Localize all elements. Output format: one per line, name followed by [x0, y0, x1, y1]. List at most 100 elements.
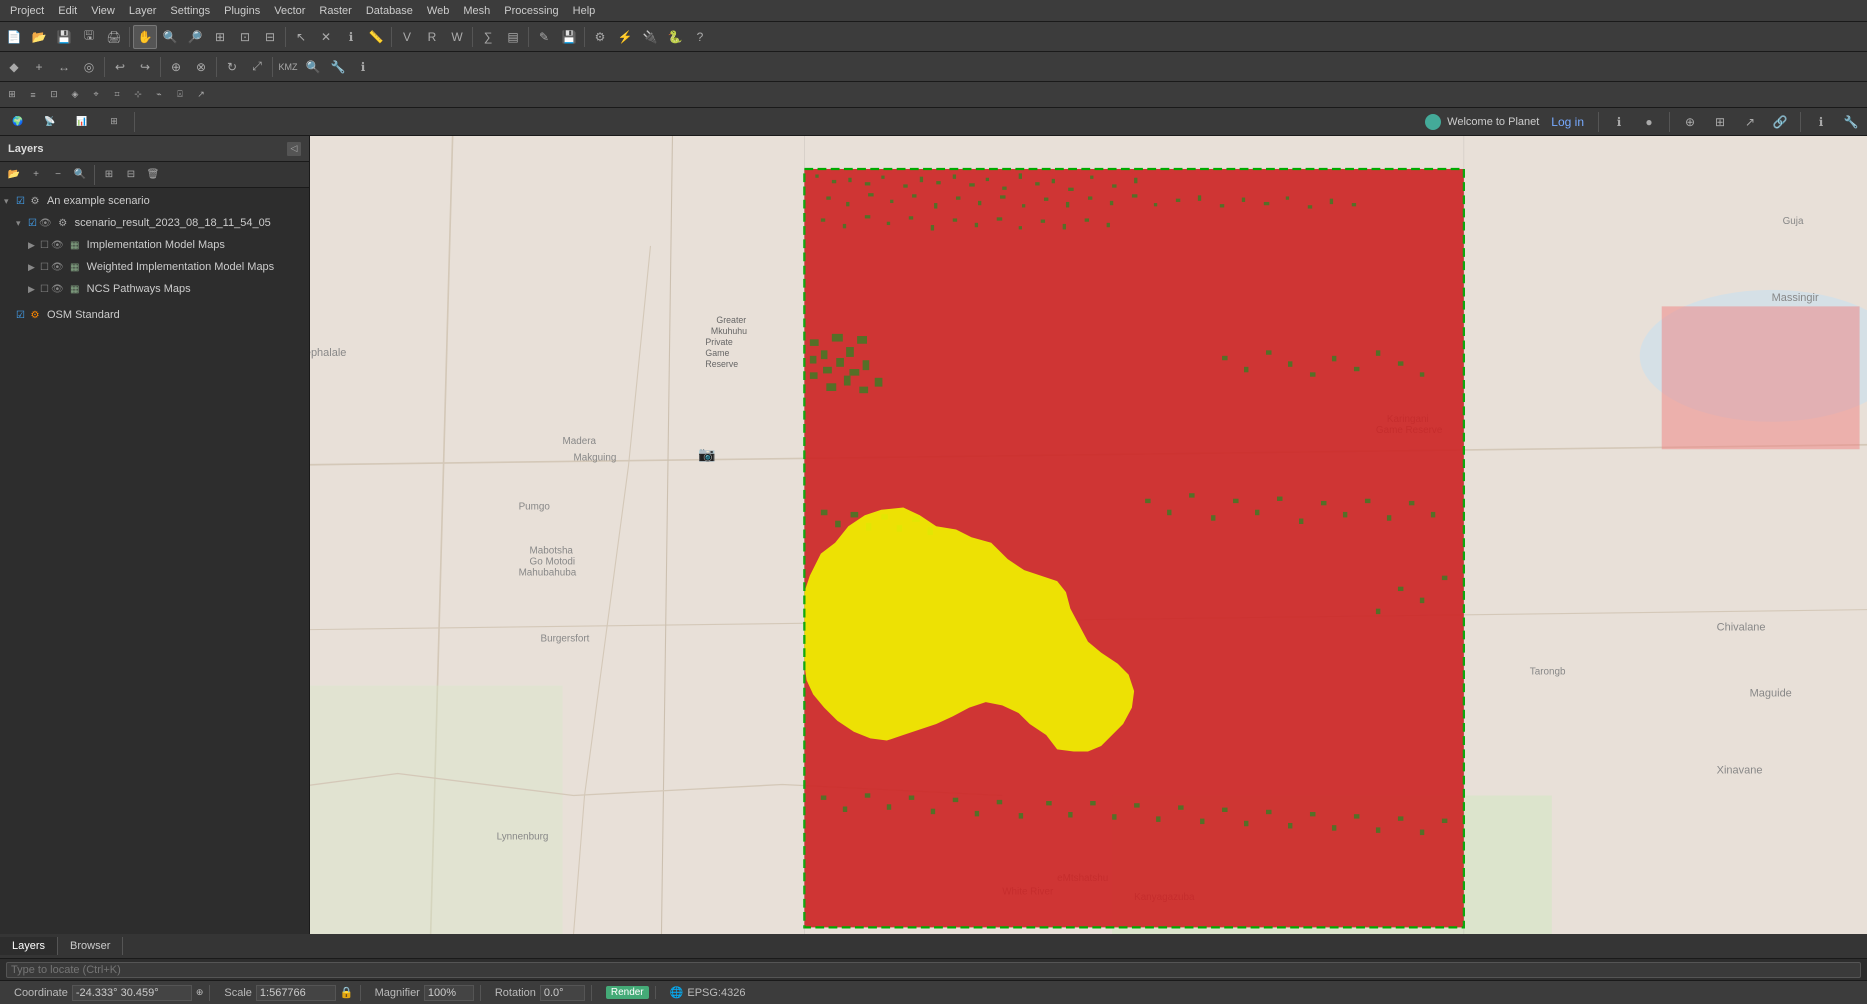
planet-info-btn[interactable]: ℹ: [1607, 110, 1631, 134]
toggle-edit-btn[interactable]: ✎: [532, 25, 556, 49]
small-tool-6[interactable]: ⌗: [107, 85, 127, 105]
planet-crosshair-btn[interactable]: ⊕: [1678, 110, 1702, 134]
menu-plugins[interactable]: Plugins: [218, 3, 266, 19]
planet-btn-3[interactable]: 📊: [68, 110, 96, 134]
planet-btn-1[interactable]: 🌍: [4, 110, 32, 134]
small-tool-5[interactable]: ⌖: [86, 85, 106, 105]
small-tool-9[interactable]: ⍓: [170, 85, 190, 105]
layers-remove-btn[interactable]: −: [48, 165, 68, 185]
menu-help[interactable]: Help: [567, 3, 602, 19]
menu-processing[interactable]: Processing: [498, 3, 564, 19]
move-feature-btn[interactable]: ↔: [52, 55, 76, 79]
menu-edit[interactable]: Edit: [52, 3, 83, 19]
collapse-sidebar-btn[interactable]: ◁: [287, 142, 301, 156]
layers-filter-btn[interactable]: 🔍: [70, 165, 90, 185]
kmz-btn[interactable]: KMZ: [276, 55, 300, 79]
map-area[interactable]: Lephalale Madera Makguing Mabotsha Go Mo…: [310, 136, 1867, 934]
save-layer-btn[interactable]: 💾: [557, 25, 581, 49]
redo-btn[interactable]: ↪: [133, 55, 157, 79]
python-btn[interactable]: 🐍: [663, 25, 687, 49]
rotation-input[interactable]: [540, 985, 585, 1001]
layers-open-btn[interactable]: 📂: [4, 165, 24, 185]
node-tool-btn[interactable]: ◎: [77, 55, 101, 79]
save-btn[interactable]: 💾: [52, 25, 76, 49]
locator-input[interactable]: [6, 962, 1861, 978]
menu-project[interactable]: Project: [4, 3, 50, 19]
menu-mesh[interactable]: Mesh: [457, 3, 496, 19]
layers-expand-btn[interactable]: ⊞: [99, 165, 119, 185]
magnifier-input[interactable]: [424, 985, 474, 1001]
measure-btn[interactable]: 📏: [364, 25, 388, 49]
open-project-btn[interactable]: 📂: [27, 25, 51, 49]
add-feature-btn[interactable]: +: [27, 55, 51, 79]
add-wms-btn[interactable]: W: [445, 25, 469, 49]
menu-view[interactable]: View: [85, 3, 121, 19]
planet-info2-btn[interactable]: ℹ: [1809, 110, 1833, 134]
rotate-btn[interactable]: ↻: [220, 55, 244, 79]
chk-scenario-result[interactable]: ☑: [28, 218, 37, 229]
eye-impl-maps[interactable]: 👁: [51, 240, 64, 251]
planet-config-btn[interactable]: 🔧: [1839, 110, 1863, 134]
chk-weighted-maps[interactable]: ☐: [40, 262, 49, 273]
zoom-in-btn[interactable]: 🔍: [158, 25, 182, 49]
planet-dot-btn[interactable]: ●: [1637, 110, 1661, 134]
wrench-btn[interactable]: 🔧: [326, 55, 350, 79]
zoom-layer-btn[interactable]: ⊡: [233, 25, 257, 49]
tree-item-scenario-result[interactable]: ▾ ☑ 👁 ⚙ scenario_result_2023_08_18_11_54…: [0, 212, 309, 234]
scale-input[interactable]: [256, 985, 336, 1001]
eye-weighted-maps[interactable]: 👁: [51, 262, 64, 273]
planet-link-btn[interactable]: 🔗: [1768, 110, 1792, 134]
pan-map-btn[interactable]: ✋: [133, 25, 157, 49]
menu-vector[interactable]: Vector: [268, 3, 311, 19]
menu-settings[interactable]: Settings: [164, 3, 216, 19]
zoom-full-btn[interactable]: ⊞: [208, 25, 232, 49]
small-tool-8[interactable]: ⌁: [149, 85, 169, 105]
tree-item-impl-maps[interactable]: ▶ ☐ 👁 ▦ Implementation Model Maps: [0, 234, 309, 256]
deselect-btn[interactable]: ✕: [314, 25, 338, 49]
small-tool-1[interactable]: ⊞: [2, 85, 22, 105]
help-btn[interactable]: ?: [688, 25, 712, 49]
settings-btn[interactable]: ⚙: [588, 25, 612, 49]
zoom-out-btn[interactable]: 🔎: [183, 25, 207, 49]
chk-ncs-maps[interactable]: ☐: [40, 284, 49, 295]
layers-collapse-btn[interactable]: ⊟: [121, 165, 141, 185]
zoom-selection-btn[interactable]: ⊟: [258, 25, 282, 49]
select-btn[interactable]: ↖: [289, 25, 313, 49]
planet-cursor-btn[interactable]: ↗: [1738, 110, 1762, 134]
tree-item-weighted-maps[interactable]: ▶ ☐ 👁 ▦ Weighted Implementation Model Ma…: [0, 256, 309, 278]
menu-layer[interactable]: Layer: [123, 3, 163, 19]
eye-scenario-result[interactable]: 👁: [39, 218, 52, 229]
scale-btn[interactable]: ⤢: [245, 55, 269, 79]
undo-btn[interactable]: ↩: [108, 55, 132, 79]
layers-add-btn[interactable]: +: [26, 165, 46, 185]
chk-osm[interactable]: ☑: [16, 310, 25, 321]
print-btn[interactable]: 🖨: [102, 25, 126, 49]
chk-impl-maps[interactable]: ☐: [40, 240, 49, 251]
adv-digi-btn[interactable]: ⊗: [189, 55, 213, 79]
small-tool-2[interactable]: ≡: [23, 85, 43, 105]
small-tool-3[interactable]: ⊡: [44, 85, 64, 105]
new-project-btn[interactable]: 📄: [2, 25, 26, 49]
plugins-btn[interactable]: 🔌: [638, 25, 662, 49]
info-plugin-btn[interactable]: ℹ: [351, 55, 375, 79]
small-tool-4[interactable]: ◈: [65, 85, 85, 105]
planet-grid-btn[interactable]: ⊞: [1708, 110, 1732, 134]
save-as-btn[interactable]: 🖫: [77, 25, 101, 49]
layers-delete-btn[interactable]: 🗑: [143, 165, 163, 185]
menu-raster[interactable]: Raster: [313, 3, 357, 19]
search-plugin-btn[interactable]: 🔍: [301, 55, 325, 79]
identify-btn[interactable]: ℹ: [339, 25, 363, 49]
tab-browser[interactable]: Browser: [58, 937, 123, 955]
add-vector-btn[interactable]: V: [395, 25, 419, 49]
add-raster-btn[interactable]: R: [420, 25, 444, 49]
tree-item-osm[interactable]: ▶ ☑ ⚙ OSM Standard: [0, 304, 309, 326]
planet-btn-4[interactable]: ⊞: [100, 110, 128, 134]
snap-btn[interactable]: ⊕: [164, 55, 188, 79]
field-calc-btn[interactable]: ∑: [476, 25, 500, 49]
planet-login-btn[interactable]: Log in: [1545, 110, 1590, 134]
menu-database[interactable]: Database: [360, 3, 419, 19]
open-table-btn[interactable]: ▤: [501, 25, 525, 49]
chk-scenario[interactable]: ☑: [16, 196, 25, 207]
coordinate-input[interactable]: [72, 985, 192, 1001]
small-tool-7[interactable]: ⊹: [128, 85, 148, 105]
